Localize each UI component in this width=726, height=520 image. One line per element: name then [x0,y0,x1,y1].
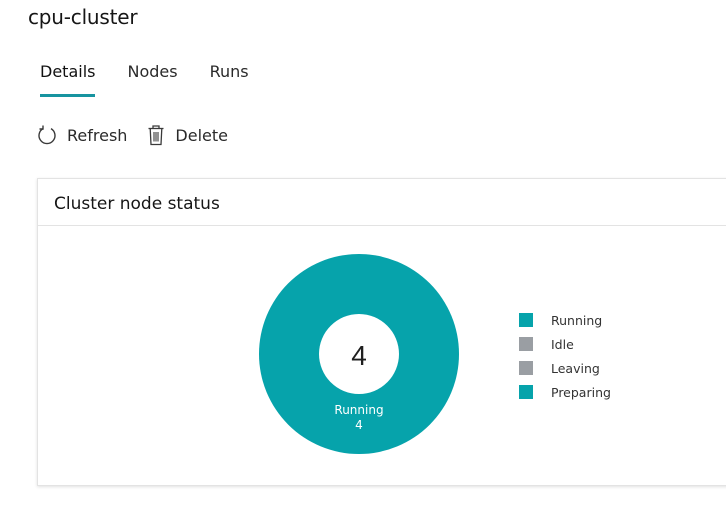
card-title: Cluster node status [38,179,726,226]
legend-swatch [519,337,533,351]
legend-label: Preparing [551,384,611,400]
tab-bar: Details Nodes Runs [40,62,249,98]
chart-area: 4 Running 4 Running Idle Leaving Prepari… [38,226,726,484]
legend-swatch [519,385,533,399]
cluster-node-status-card: Cluster node status 4 Running 4 Running … [37,178,726,486]
refresh-button[interactable]: Refresh [37,124,127,146]
legend-item-running[interactable]: Running [519,308,611,332]
legend-label: Running [551,312,603,328]
delete-label: Delete [175,125,228,145]
slice-label-name: Running [334,403,383,417]
tab-nodes[interactable]: Nodes [127,62,177,98]
trash-icon [147,124,165,146]
legend-item-leaving[interactable]: Leaving [519,356,611,380]
legend-item-idle[interactable]: Idle [519,332,611,356]
tab-runs[interactable]: Runs [210,62,249,98]
chart-legend: Running Idle Leaving Preparing [519,308,611,404]
tab-details[interactable]: Details [40,62,96,98]
page: cpu-cluster Details Nodes Runs Refresh D… [0,0,726,520]
center-value: 4 [351,340,367,371]
legend-item-preparing[interactable]: Preparing [519,380,611,404]
refresh-icon [37,124,57,146]
slice-label-value: 4 [355,418,363,432]
delete-button[interactable]: Delete [147,124,228,146]
legend-label: Idle [551,336,574,352]
legend-swatch [519,313,533,327]
toolbar: Refresh Delete [37,124,228,146]
page-title: cpu-cluster [28,5,138,29]
legend-label: Leaving [551,360,600,376]
donut-chart: 4 Running 4 [259,254,459,454]
legend-swatch [519,361,533,375]
refresh-label: Refresh [67,125,128,145]
